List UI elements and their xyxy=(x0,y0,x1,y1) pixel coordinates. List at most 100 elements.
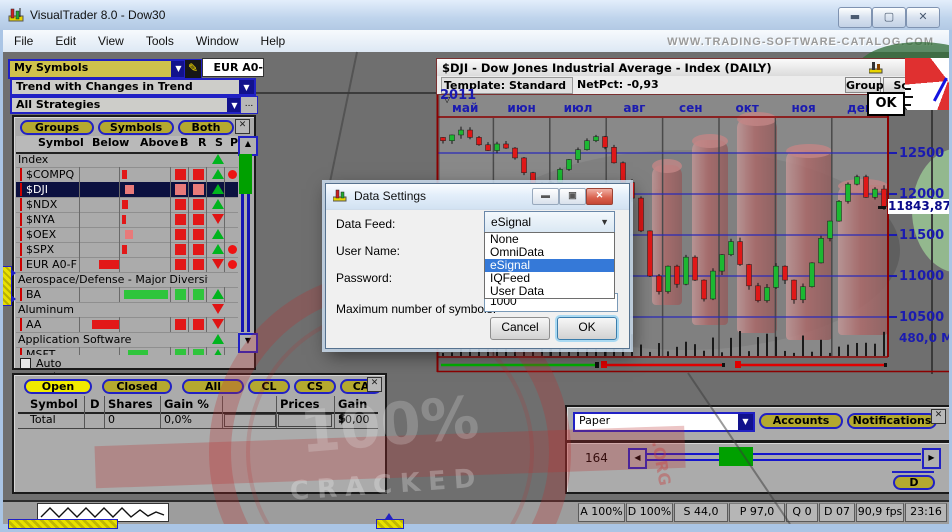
group-name: Index xyxy=(18,153,48,166)
menu-item-help[interactable]: Help xyxy=(250,30,297,48)
window-title: VisualTrader 8.0 - Dow30 xyxy=(30,8,165,22)
tab-closed[interactable]: Closed xyxy=(102,379,172,394)
signal-up-icon xyxy=(212,244,224,254)
price-box xyxy=(224,414,276,427)
signal-up-icon xyxy=(212,199,224,209)
hscrollbar-thumb[interactable] xyxy=(8,519,118,529)
positions-panel-close-icon[interactable]: ✕ xyxy=(367,377,382,392)
ok-button[interactable]: OK xyxy=(557,317,617,340)
strategies-more-button[interactable]: ... xyxy=(240,96,258,114)
symbol-row[interactable]: $DJI xyxy=(16,182,238,198)
col-header: D xyxy=(90,397,100,411)
trend-dropdown[interactable]: Trend with Changes in Trend▼ xyxy=(10,78,256,96)
symbol-row[interactable]: MSFT xyxy=(16,347,238,355)
group-row[interactable]: Application Software xyxy=(16,332,238,348)
scroll-up-icon[interactable]: ▲ xyxy=(238,136,258,156)
tab-groups[interactable]: Groups xyxy=(20,120,94,135)
total-cell: $0,00 xyxy=(338,413,370,426)
row-accent xyxy=(20,348,22,355)
pd-indicator xyxy=(228,260,237,269)
chevron-down-icon[interactable]: ▼ xyxy=(239,80,254,94)
chart-year-label: 2011 xyxy=(440,88,476,103)
above-bar xyxy=(122,245,127,254)
edit-pencil-button[interactable]: ✎ xyxy=(184,59,202,79)
col-header: Symbol xyxy=(30,397,78,411)
group-row[interactable]: Aerospace/Defense - Major Diversifie xyxy=(16,272,238,288)
r-indicator xyxy=(193,169,204,180)
slider-track[interactable] xyxy=(647,459,921,461)
symbol-row[interactable]: $OEX xyxy=(16,227,238,243)
pd-indicator xyxy=(228,170,237,179)
dialog-title-bar[interactable]: Data Settings ▬ ▣ ✕ xyxy=(326,184,629,210)
data-feed-dropdown[interactable]: eSignal ▼ xyxy=(484,211,615,234)
symbol-row[interactable]: $NYA xyxy=(16,212,238,228)
menu-item-tools[interactable]: Tools xyxy=(135,30,185,48)
symbol-name: $COMPQ xyxy=(26,168,74,181)
total-cell: 0,0% xyxy=(164,413,192,426)
max-symbols-label: Maximum number of symbols: xyxy=(336,302,496,316)
strategies-dropdown[interactable]: All Strategies▼ xyxy=(10,96,244,114)
menu-item-view[interactable]: View xyxy=(87,30,135,48)
group-button[interactable]: Group xyxy=(845,77,881,93)
slider-left-arrow-icon[interactable]: ◀ xyxy=(628,448,647,469)
symbol-search-input[interactable]: EUR A0-FX xyxy=(202,58,264,77)
symbol-row[interactable]: $NDX xyxy=(16,197,238,213)
scroll-down-icon[interactable]: ▼ xyxy=(238,333,258,353)
d-button[interactable]: D xyxy=(893,475,935,490)
menu-item-window[interactable]: Window xyxy=(185,30,250,48)
close-button[interactable]: ✕ xyxy=(906,7,940,28)
r-indicator xyxy=(193,349,204,355)
button-cl[interactable]: CL xyxy=(248,379,290,394)
symbol-row[interactable]: $SPX xyxy=(16,242,238,258)
symbol-list-dropdown[interactable]: My Symbols▼ xyxy=(8,59,188,79)
symbol-name: MSFT xyxy=(26,348,55,355)
symbols-panel-close-icon[interactable]: ✕ xyxy=(235,119,250,134)
slider-right-arrow-icon[interactable]: ▶ xyxy=(922,448,941,469)
button-notifications[interactable]: Notifications xyxy=(847,413,937,429)
button-cs[interactable]: CS xyxy=(294,379,336,394)
edge-marker[interactable] xyxy=(2,266,12,306)
title-bar[interactable]: VisualTrader 8.0 - Dow30 ▬ ▢ ✕ xyxy=(0,0,952,30)
dialog-maximize-button[interactable]: ▣ xyxy=(559,188,586,205)
dialog-close-button[interactable]: ✕ xyxy=(586,188,613,205)
symbol-row[interactable]: $COMPQ xyxy=(16,167,238,183)
total-cell: Total xyxy=(30,413,56,426)
tab-both[interactable]: Both xyxy=(178,120,234,135)
minimize-button[interactable]: ▬ xyxy=(838,7,872,28)
menu-item-edit[interactable]: Edit xyxy=(44,30,87,48)
cancel-button[interactable]: Cancel xyxy=(490,317,550,340)
scrollbar-thumb[interactable] xyxy=(239,154,252,194)
group-name: Application Software xyxy=(18,333,131,346)
chevron-down-icon[interactable]: ▼ xyxy=(738,414,753,430)
group-row[interactable]: Aluminum xyxy=(16,302,238,318)
row-accent xyxy=(20,258,22,271)
hscrollbar-thumb[interactable] xyxy=(376,519,404,529)
accounts-panel-close-icon[interactable]: ✕ xyxy=(931,409,946,424)
menu-item-file[interactable]: File xyxy=(3,30,44,48)
slider-track[interactable] xyxy=(647,453,921,455)
symbol-row[interactable]: AA xyxy=(16,317,238,333)
tab-symbols[interactable]: Symbols xyxy=(98,120,174,135)
dialog-minimize-button[interactable]: ▬ xyxy=(532,188,559,205)
symbol-name: $DJI xyxy=(26,183,48,196)
slider-thumb[interactable] xyxy=(719,447,753,466)
row-accent xyxy=(20,228,22,241)
symbol-row[interactable]: EUR A0-F xyxy=(16,257,238,273)
option-user-data[interactable]: User Data xyxy=(485,285,614,298)
tab-all[interactable]: All xyxy=(182,379,244,394)
chart-ok-button[interactable]: OK xyxy=(867,92,905,116)
chart-title: $DJI - Dow Jones Industrial Average - In… xyxy=(442,61,772,75)
row-accent xyxy=(20,183,22,196)
row-accent xyxy=(20,318,22,331)
window-border xyxy=(0,30,3,532)
maximize-button[interactable]: ▢ xyxy=(872,7,906,28)
netpct-label: NetPct: -0,93 xyxy=(577,78,659,91)
tab-open[interactable]: Open xyxy=(24,379,92,394)
button-accounts[interactable]: Accounts xyxy=(759,413,843,429)
group-name: Aerospace/Defense - Major Diversifie xyxy=(18,273,208,286)
symbol-name: AA xyxy=(26,318,41,331)
chart-title-bar[interactable]: $DJI - Dow Jones Industrial Average - In… xyxy=(436,58,952,78)
group-row[interactable]: Index xyxy=(16,152,238,168)
account-dropdown[interactable]: Paper▼ xyxy=(573,412,755,432)
symbol-row[interactable]: BA xyxy=(16,287,238,303)
